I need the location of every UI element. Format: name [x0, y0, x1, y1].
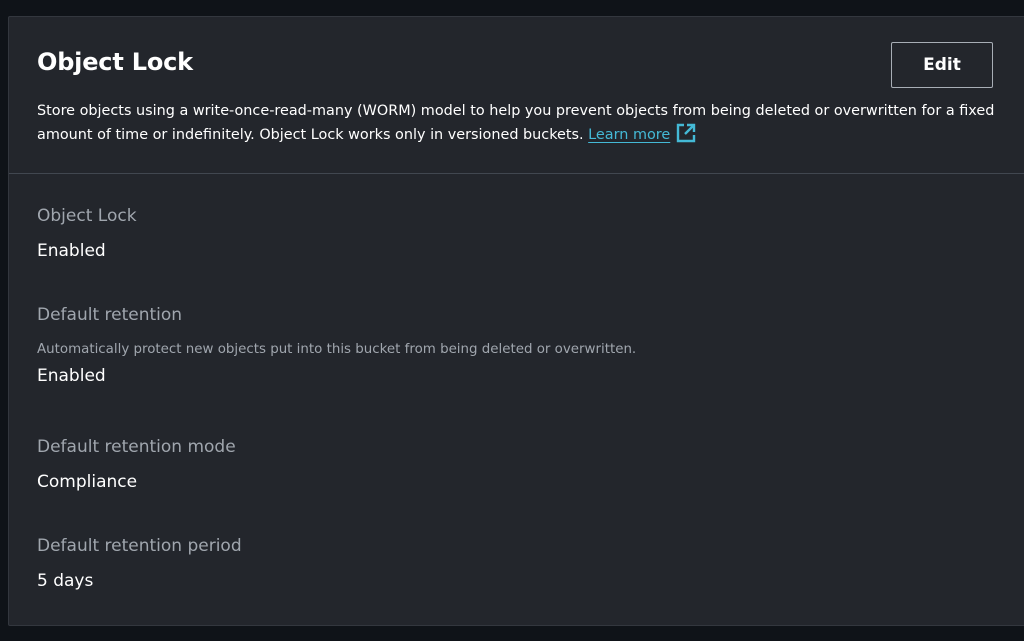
- field-object-lock: Object Lock Enabled: [37, 205, 137, 262]
- field-label: Object Lock: [37, 206, 137, 226]
- learn-more-link[interactable]: Learn more: [588, 127, 670, 143]
- field-value: 5 days: [37, 571, 94, 591]
- panel-header: Object Lock Edit Store objects using a w…: [9, 17, 1024, 174]
- field-hint: Automatically protect new objects put in…: [37, 342, 637, 357]
- panel-title: Object Lock: [37, 48, 193, 76]
- object-lock-panel: Object Lock Edit Store objects using a w…: [8, 16, 1024, 626]
- field-label: Default retention period: [37, 536, 242, 556]
- field-value: Enabled: [37, 241, 106, 261]
- edit-button[interactable]: Edit: [891, 42, 993, 88]
- external-link-icon[interactable]: [676, 123, 696, 143]
- description-text: Store objects using a write-once-read-ma…: [37, 103, 995, 143]
- panel-description: Store objects using a write-once-read-ma…: [37, 99, 997, 147]
- field-label: Default retention mode: [37, 437, 236, 457]
- field-value: Enabled: [37, 366, 106, 386]
- field-value: Compliance: [37, 472, 138, 492]
- field-label: Default retention: [37, 305, 183, 325]
- field-default-retention: Default retention Automatically protect …: [37, 304, 636, 387]
- field-default-retention-mode: Default retention mode Compliance: [37, 436, 236, 493]
- field-default-retention-period: Default retention period 5 days: [37, 535, 242, 592]
